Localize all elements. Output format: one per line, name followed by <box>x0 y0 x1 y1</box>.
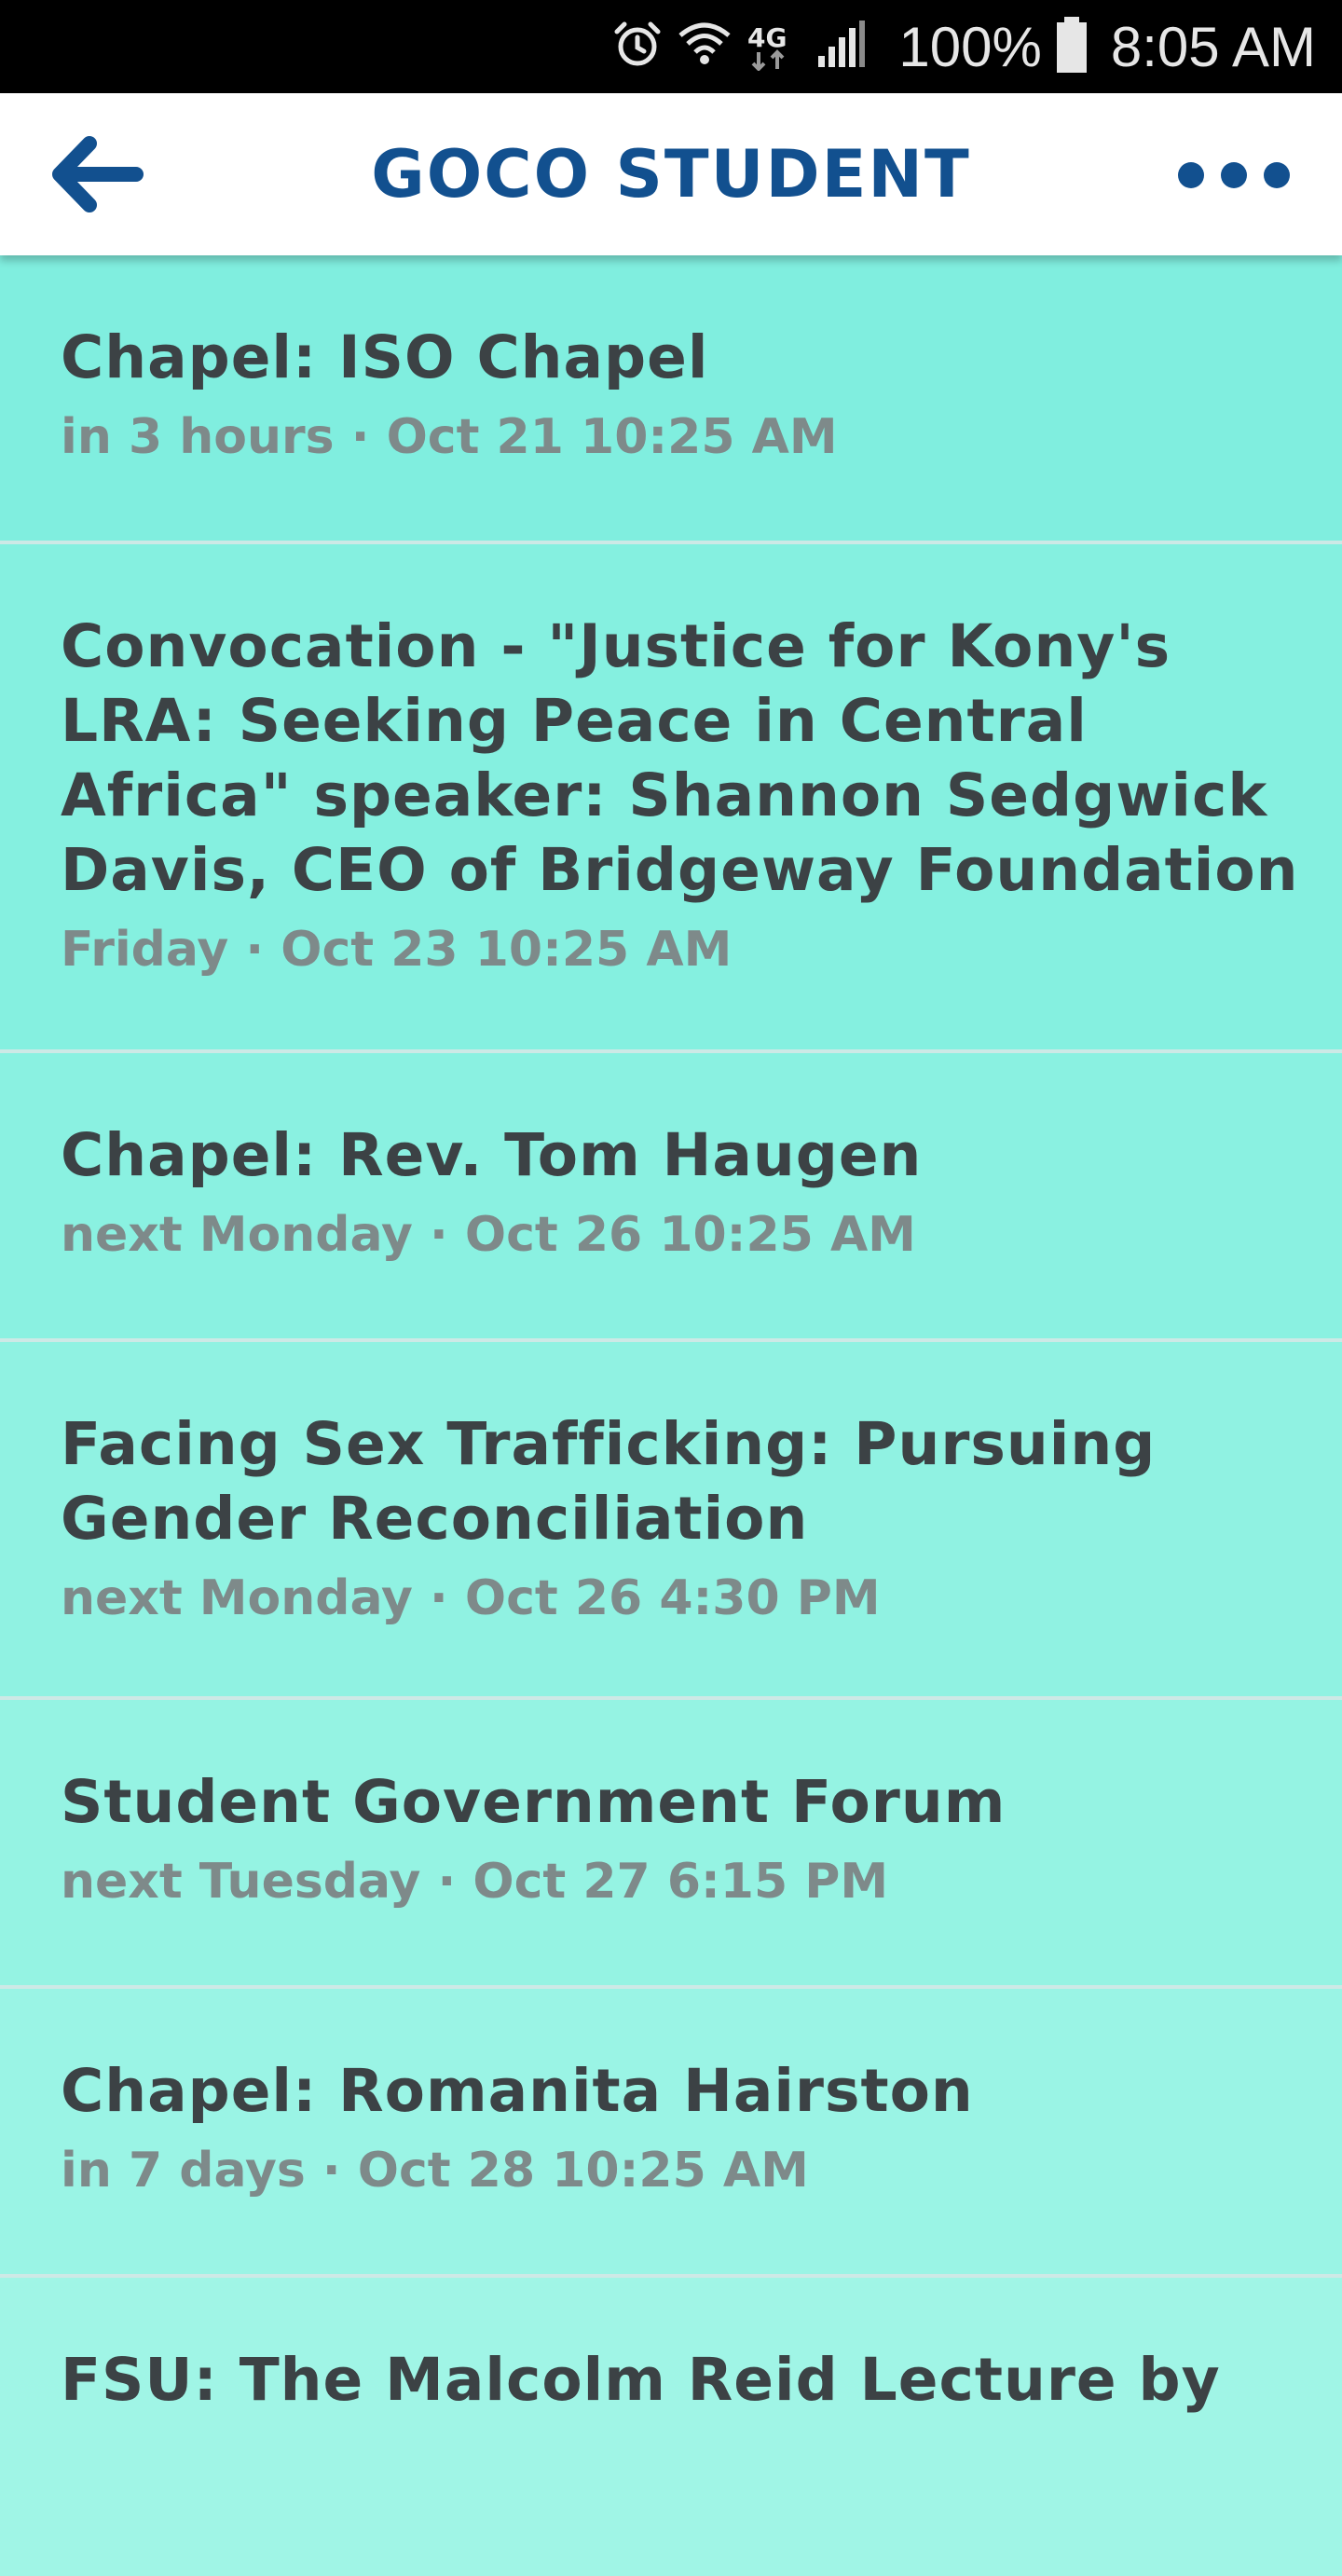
battery-percent: 100% <box>898 15 1042 78</box>
status-bar: 4G 100% 8:05 AM <box>0 0 1342 93</box>
event-item[interactable]: Facing Sex Trafficking: Pursuing Gender … <box>0 1342 1342 1700</box>
more-options-button[interactable] <box>1178 149 1290 201</box>
event-date: Oct 26 4:30 PM <box>464 1570 881 1626</box>
event-time: Friday · Oct 23 10:25 AM <box>61 922 733 978</box>
page-title: GOCO STUDENT <box>371 136 971 212</box>
alarm-icon <box>611 19 664 75</box>
network-4g-icon: 4G <box>746 19 801 75</box>
event-title: Chapel: Romanita Hairston <box>61 2057 974 2125</box>
more-dot <box>1221 162 1247 188</box>
event-list: Chapel: ISO Chapel in 3 hours · Oct 21 1… <box>0 255 1342 2576</box>
more-dot <box>1264 162 1290 188</box>
more-horizontal-icon <box>1178 162 1204 188</box>
event-time: next Monday · Oct 26 4:30 PM <box>61 1570 881 1626</box>
app-bar: GOCO STUDENT <box>0 93 1342 255</box>
event-title: Facing Sex Trafficking: Pursuing Gender … <box>61 1410 1157 1553</box>
signal-icon <box>815 19 867 75</box>
event-title: Chapel: Rev. Tom Haugen <box>61 1121 923 1189</box>
battery-icon <box>1055 15 1089 79</box>
clock: 8:05 AM <box>1110 15 1316 78</box>
event-item[interactable]: Convocation - "Justice for Kony's LRA: S… <box>0 544 1342 1053</box>
event-item[interactable]: Chapel: Rev. Tom Haugen next Monday · Oc… <box>0 1053 1342 1342</box>
event-item[interactable]: Chapel: Romanita Hairston in 7 days · Oc… <box>0 1989 1342 2278</box>
event-item[interactable]: Student Government Forum next Tuesday · … <box>0 1700 1342 1989</box>
event-time: next Tuesday · Oct 27 6:15 PM <box>61 1854 889 1910</box>
event-relative: next Monday <box>61 1570 413 1626</box>
event-date: Oct 21 10:25 AM <box>386 409 838 465</box>
event-relative: in 7 days <box>61 2143 306 2199</box>
event-time: in 7 days · Oct 28 10:25 AM <box>61 2143 809 2199</box>
event-time: in 3 hours · Oct 21 10:25 AM <box>61 409 838 465</box>
event-date: Oct 28 10:25 AM <box>357 2143 809 2199</box>
event-relative: next Monday <box>61 1207 413 1263</box>
event-title: Student Government Forum <box>61 1768 1006 1836</box>
event-time: next Monday · Oct 26 10:25 AM <box>61 1207 916 1263</box>
event-relative: Friday <box>61 922 229 978</box>
event-item[interactable]: Chapel: ISO Chapel in 3 hours · Oct 21 1… <box>0 255 1342 544</box>
network-label: 4G <box>747 22 787 53</box>
wifi-icon <box>677 19 733 75</box>
event-item[interactable]: FSU: The Malcolm Reid Lecture by <box>0 2278 1342 2576</box>
event-relative: in 3 hours <box>61 409 335 465</box>
event-title: FSU: The Malcolm Reid Lecture by <box>61 2346 1221 2414</box>
event-title: Chapel: ISO Chapel <box>61 323 709 391</box>
event-date: Oct 26 10:25 AM <box>464 1207 916 1263</box>
event-date: Oct 27 6:15 PM <box>472 1854 889 1910</box>
event-relative: next Tuesday <box>61 1854 421 1910</box>
event-title: Convocation - "Justice for Kony's LRA: S… <box>61 612 1299 904</box>
event-date: Oct 23 10:25 AM <box>281 922 733 978</box>
